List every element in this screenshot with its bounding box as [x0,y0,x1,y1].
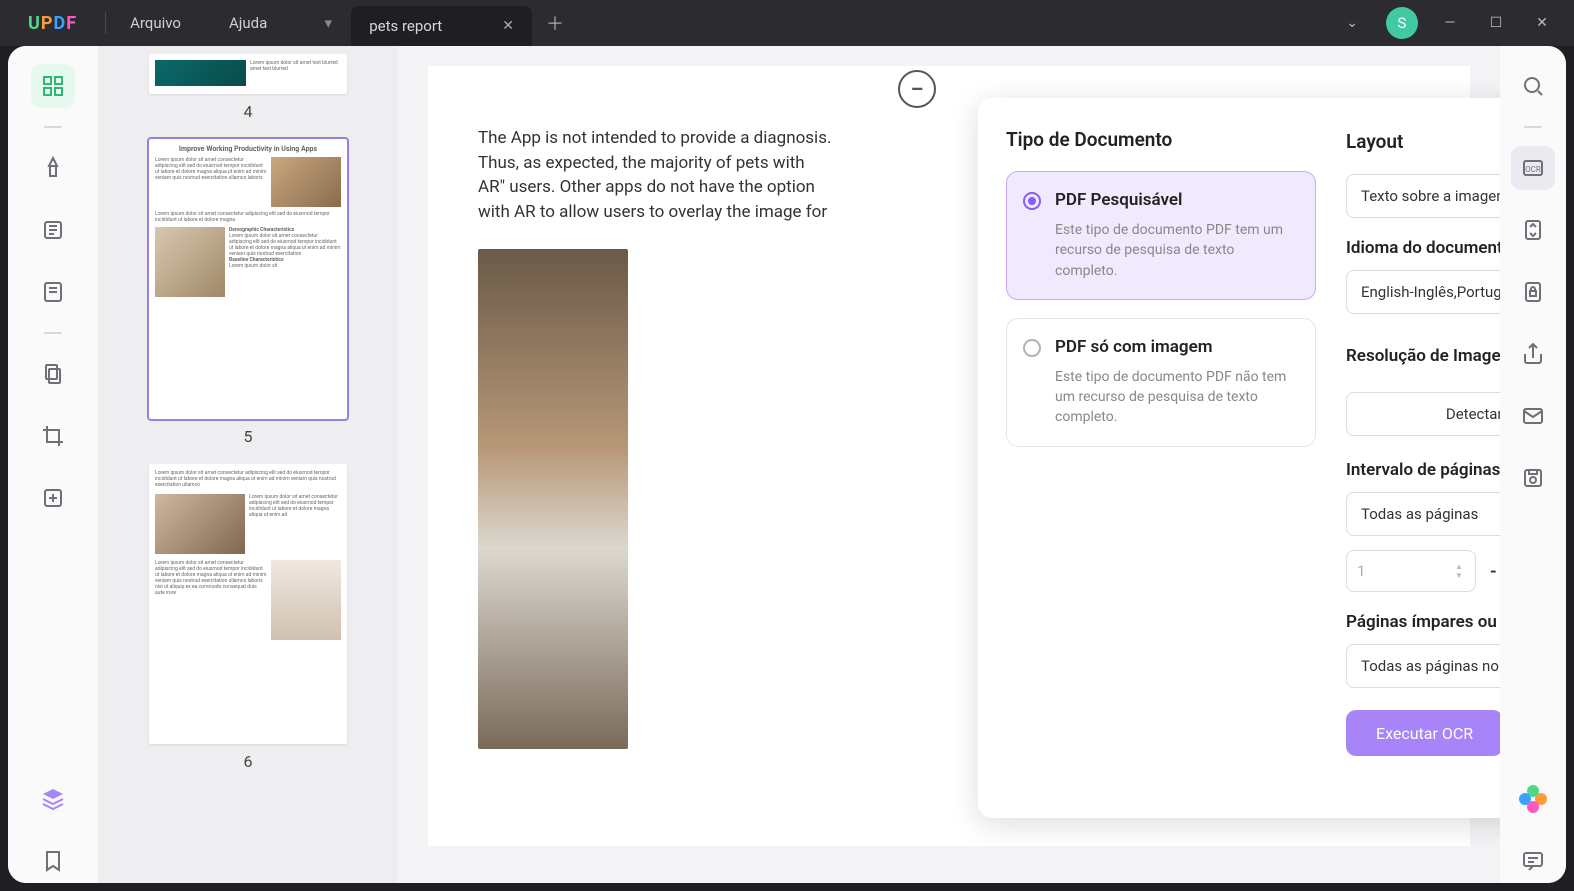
menu-arquivo[interactable]: Arquivo [106,14,205,32]
tab-close-icon[interactable]: ✕ [502,18,514,34]
edit-text-tool[interactable] [31,208,75,252]
mail-icon[interactable] [1511,394,1555,438]
thumbnails-tool[interactable] [31,64,75,108]
right-sidebar: OCR [1500,46,1566,883]
chevron-down-icon[interactable]: ⌄ [1336,15,1368,31]
stepper-down-icon[interactable]: ▼ [1455,571,1469,580]
user-avatar[interactable]: S [1386,7,1418,39]
comment-icon[interactable] [1511,839,1555,883]
layers-icon[interactable] [31,777,75,821]
convert-icon[interactable] [1511,208,1555,252]
app-logo: UPDF [0,13,105,34]
page-range-select[interactable]: Todas as páginas ▼ [1346,492,1500,536]
odd-even-select[interactable]: Todas as páginas no intervalo ▼ [1346,644,1500,688]
divider [44,332,62,334]
highlight-tool[interactable] [31,146,75,190]
left-sidebar [8,46,98,883]
page-thumbnail[interactable]: Lorem ipsum dolor sit amet consectetur a… [149,464,347,744]
range-dash: - [1490,561,1497,582]
thumbnail-panel[interactable]: Lorem ipsum dolor sit amet text blurred … [98,46,398,883]
page-number: 5 [244,427,253,446]
save-icon[interactable] [1511,456,1555,500]
option-title: PDF só com imagem [1055,337,1299,357]
close-icon[interactable]: ✕ [1528,15,1556,31]
radio-icon [1023,339,1041,357]
compress-tool[interactable] [31,476,75,520]
layout-select[interactable]: Texto sobre a imagem da página ▼ [1346,174,1500,218]
select-value: Todas as páginas [1361,505,1478,523]
window-controls: ⌄ S — ☐ ✕ [1336,7,1574,39]
radio-icon [1023,192,1041,210]
page-thumbnail-selected[interactable]: Improve Working Productivity in Using Ap… [149,139,347,419]
select-value: Texto sobre a imagem da página [1361,187,1500,205]
option-desc: Este tipo de documento PDF tem um recurs… [1055,220,1299,281]
page-number: 4 [244,102,253,121]
form-tool[interactable] [31,270,75,314]
resolution-heading: Resolução de Imagem [1346,346,1500,366]
detect-resolution-button[interactable]: Detectar Resolução Ótima [1346,392,1500,436]
odd-even-heading: Páginas ímpares ou páginas pares [1346,612,1500,632]
page-range-heading: Intervalo de páginas [1346,460,1500,480]
ocr-icon[interactable]: OCR [1511,146,1555,190]
option-searchable-pdf[interactable]: PDF Pesquisável Este tipo de documento P… [1006,171,1316,300]
collapse-badge-icon[interactable]: – [898,70,936,108]
titlebar: UPDF Arquivo Ajuda ▾ pets report ✕ ＋ ⌄ S… [0,0,1574,46]
share-icon[interactable] [1511,332,1555,376]
divider [1524,126,1542,128]
select-value: Todas as páginas no intervalo [1361,657,1500,675]
document-image [478,249,628,749]
ai-flower-icon[interactable] [1511,777,1555,821]
tabbar: ▾ pets report ✕ ＋ [305,0,1336,46]
document-tab[interactable]: pets report ✕ [351,6,532,46]
search-icon[interactable] [1511,64,1555,108]
input-value: 1 [1357,562,1365,580]
option-desc: Este tipo de documento PDF não tem um re… [1055,367,1299,428]
crop-tool[interactable] [31,414,75,458]
maximize-icon[interactable]: ☐ [1482,15,1510,31]
option-title: PDF Pesquisável [1055,190,1299,210]
divider [44,126,62,128]
tab-home-icon[interactable]: ▾ [305,0,351,46]
option-image-only-pdf[interactable]: PDF só com imagem Este tipo de documento… [1006,318,1316,447]
language-select[interactable]: English-Inglês,Portuguese-Português ▼ [1346,270,1500,314]
run-ocr-button[interactable]: Executar OCR [1346,710,1500,756]
protect-icon[interactable] [1511,270,1555,314]
svg-text:OCR: OCR [1525,165,1541,174]
page-number: 6 [244,752,253,771]
select-value: English-Inglês,Portuguese-Português [1361,283,1500,301]
document-view[interactable]: – The App is not intended to provide a d… [398,46,1500,883]
page-tool[interactable] [31,352,75,396]
bookmark-icon[interactable] [31,839,75,883]
menu-ajuda[interactable]: Ajuda [205,14,291,32]
stepper-up-icon[interactable]: ▲ [1455,562,1469,571]
minimize-icon[interactable]: — [1436,15,1464,31]
tab-add-icon[interactable]: ＋ [532,0,578,46]
layout-heading: Layout [1346,130,1403,153]
tab-title: pets report [369,17,442,35]
language-heading: Idioma do documento [1346,238,1500,258]
thumb-title: Improve Working Productivity in Using Ap… [155,145,341,153]
page-thumbnail[interactable]: Lorem ipsum dolor sit amet text blurred … [149,54,347,94]
workspace: Lorem ipsum dolor sit amet text blurred … [8,46,1566,883]
ocr-panel: Tipo de Documento PDF Pesquisável Este t… [978,98,1500,818]
range-from-input[interactable]: 1 ▲▼ [1346,550,1476,592]
doc-type-heading: Tipo de Documento [1006,128,1316,151]
